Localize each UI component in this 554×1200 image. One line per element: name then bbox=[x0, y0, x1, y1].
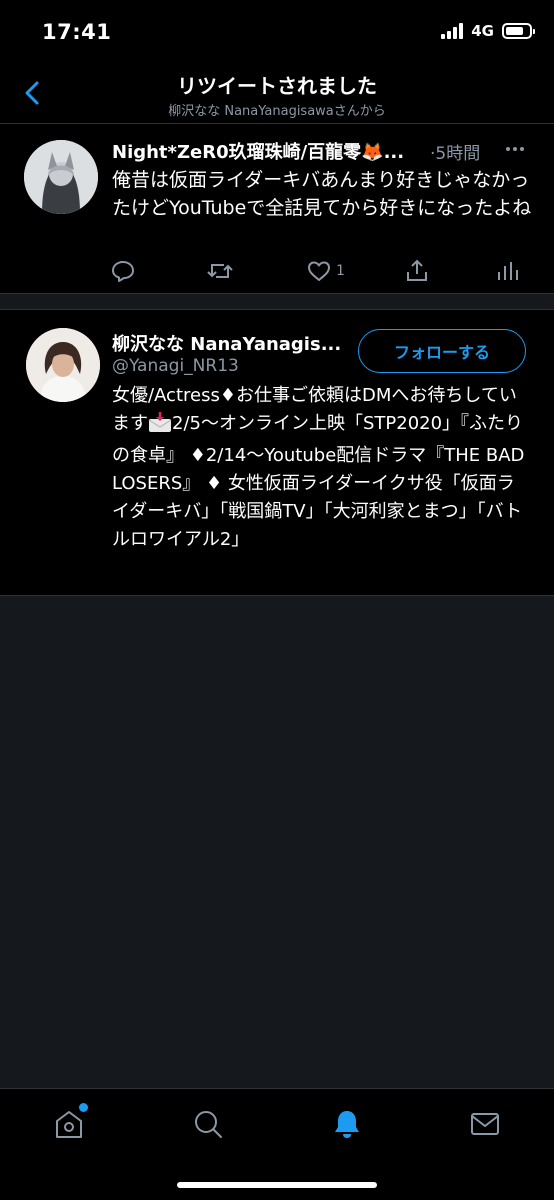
home-icon bbox=[56, 1111, 82, 1138]
page-title: リツイートされました bbox=[177, 74, 377, 98]
page-subtitle: 柳沢なな NanaYanagisawaさんから bbox=[168, 104, 386, 119]
battery-icon bbox=[502, 23, 535, 39]
tweet-text: 俺昔は仮面ライダーキバあんまり好きじゃなかったけどYouTubeで全話見てから好… bbox=[112, 169, 532, 219]
search-icon bbox=[195, 1111, 222, 1138]
more-options-button[interactable] bbox=[504, 138, 526, 160]
follow-button[interactable]: フォローする bbox=[358, 329, 526, 373]
status-indicators: 4G bbox=[441, 22, 535, 40]
network-type: 4G bbox=[471, 22, 494, 40]
reply-icon bbox=[112, 261, 134, 282]
bell-icon bbox=[335, 1111, 359, 1138]
profile-avatar[interactable] bbox=[26, 328, 100, 402]
heart-icon bbox=[308, 261, 330, 281]
tab-search[interactable] bbox=[191, 1107, 225, 1141]
envelope-arrow-icon bbox=[148, 411, 172, 442]
more-dots-icon bbox=[506, 147, 524, 151]
avatar-image bbox=[24, 140, 98, 214]
profile-bio-part2: 2/5〜オンライン上映「STP2020」『ふたりの食卓』 ♦2/14〜Youtu… bbox=[112, 413, 525, 550]
retweet-icon bbox=[207, 264, 233, 278]
status-time: 17:41 bbox=[42, 20, 112, 44]
tweet-author-name[interactable]: Night*ZeR0玖瑠珠崎/百龍零🦊... bbox=[112, 138, 404, 164]
home-indicator bbox=[177, 1182, 377, 1188]
like-count: 1 bbox=[336, 263, 345, 279]
tweet-timestamp: ·5時間 bbox=[430, 144, 481, 164]
bottom-tab-bar bbox=[0, 1088, 554, 1200]
section-divider bbox=[0, 294, 554, 310]
tweet-actions: 1 bbox=[0, 258, 554, 286]
notification-dot bbox=[79, 1103, 88, 1112]
tweet-avatar[interactable] bbox=[24, 140, 98, 214]
profile-name[interactable]: 柳沢なな NanaYanagis... bbox=[112, 330, 348, 356]
tab-messages[interactable] bbox=[468, 1107, 502, 1141]
profile-card[interactable]: 柳沢なな NanaYanagis... @Yanagi_NR13 フォローする … bbox=[0, 310, 554, 596]
status-bar: 17:41 4G bbox=[0, 0, 554, 62]
mail-icon bbox=[471, 1113, 499, 1135]
profile-bio: 女優/Actress♦お仕事ご依頼はDMへお待ちしています 2/5〜オンライン上映… bbox=[112, 382, 526, 554]
header: リツイートされました 柳沢なな NanaYanagisawaさんから bbox=[0, 62, 554, 124]
analytics-button[interactable] bbox=[496, 258, 518, 284]
tab-notifications[interactable] bbox=[330, 1107, 364, 1141]
share-button[interactable] bbox=[404, 258, 430, 284]
tab-home[interactable] bbox=[52, 1103, 88, 1141]
like-button[interactable]: 1 bbox=[306, 258, 345, 284]
avatar-image bbox=[26, 328, 100, 402]
signal-icon bbox=[441, 23, 464, 39]
tweet-header: Night*ZeR0玖瑠珠崎/百龍零🦊... ·5時間 bbox=[112, 138, 534, 164]
analytics-icon bbox=[498, 262, 518, 280]
reply-button[interactable] bbox=[110, 258, 136, 284]
tweet[interactable]: Night*ZeR0玖瑠珠崎/百龍零🦊... ·5時間 俺昔は仮面ライダーキバあ… bbox=[0, 124, 554, 294]
retweet-button[interactable] bbox=[206, 258, 234, 284]
profile-handle[interactable]: @Yanagi_NR13 bbox=[112, 356, 239, 376]
share-icon bbox=[407, 259, 427, 281]
